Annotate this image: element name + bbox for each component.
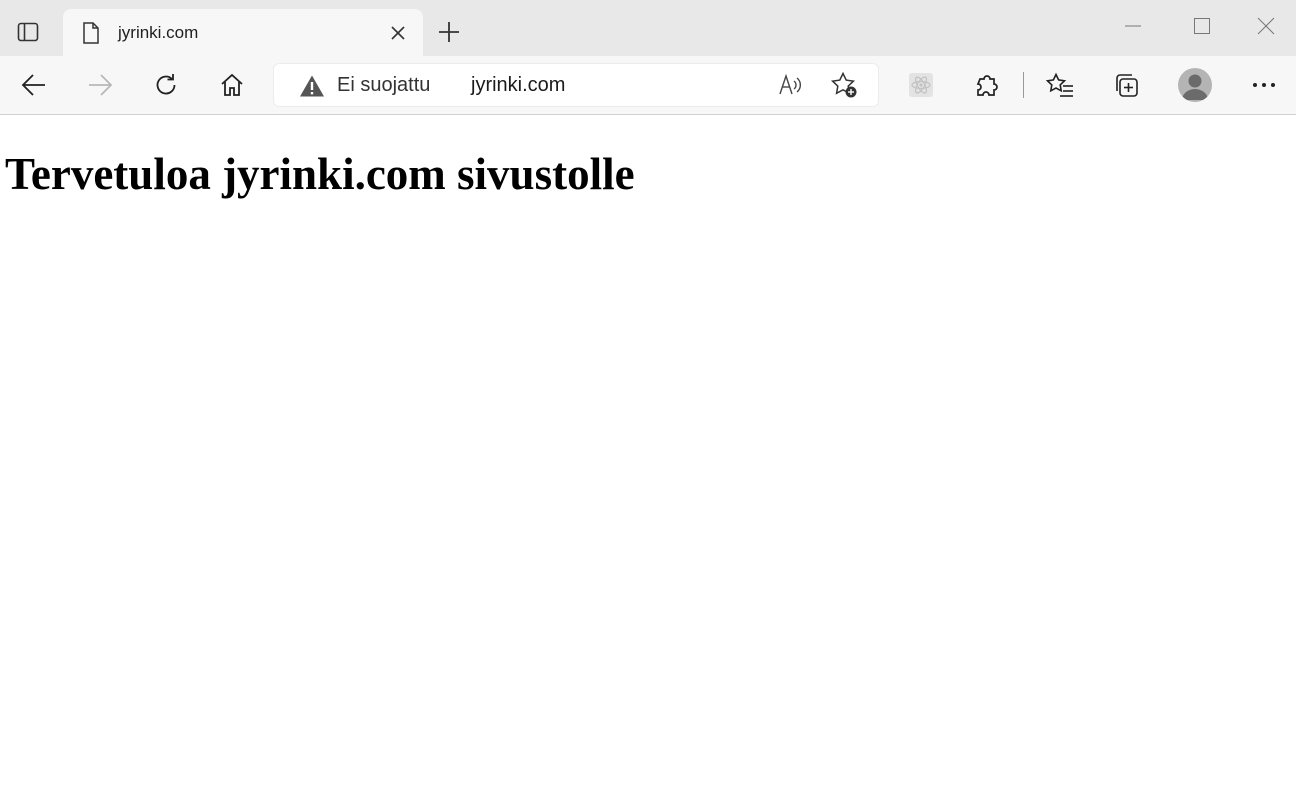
tab-actions-button[interactable] bbox=[8, 14, 48, 50]
page-icon bbox=[81, 21, 101, 45]
forward-icon bbox=[87, 73, 113, 97]
close-icon bbox=[390, 25, 406, 41]
refresh-button[interactable] bbox=[146, 67, 186, 103]
extensions-icon bbox=[974, 72, 1000, 98]
home-button[interactable] bbox=[212, 67, 252, 103]
forward-button[interactable] bbox=[80, 67, 120, 103]
add-favorite-button[interactable] bbox=[827, 69, 861, 101]
refresh-icon bbox=[153, 72, 179, 98]
minimize-icon bbox=[1125, 18, 1141, 34]
extensions-button[interactable] bbox=[967, 67, 1007, 103]
minimize-button[interactable] bbox=[1103, 8, 1163, 44]
maximize-button[interactable] bbox=[1172, 8, 1232, 44]
new-tab-button[interactable] bbox=[430, 14, 468, 50]
security-status[interactable]: Ei suojattu bbox=[337, 74, 430, 97]
back-icon bbox=[21, 73, 47, 97]
collections-icon bbox=[1113, 72, 1139, 98]
read-aloud-button[interactable] bbox=[773, 69, 807, 101]
tab-strip: jyrinki.com bbox=[0, 0, 1296, 56]
back-button[interactable] bbox=[14, 67, 54, 103]
home-icon bbox=[219, 72, 245, 98]
profile-icon bbox=[1178, 68, 1212, 102]
tab-close-button[interactable] bbox=[387, 22, 409, 44]
extension-icon bbox=[908, 72, 934, 98]
warning-icon bbox=[299, 74, 325, 98]
url-text[interactable]: jyrinki.com bbox=[471, 74, 565, 97]
window-close-button[interactable] bbox=[1236, 8, 1296, 44]
profile-button[interactable] bbox=[1178, 68, 1212, 102]
read-aloud-icon bbox=[777, 72, 803, 98]
tab-title: jyrinki.com bbox=[118, 23, 199, 42]
favorites-button[interactable] bbox=[1040, 67, 1080, 103]
maximize-icon bbox=[1194, 18, 1210, 34]
more-icon bbox=[1252, 82, 1276, 88]
page-heading: Tervetuloa jyrinki.com sivustolle bbox=[5, 149, 635, 199]
tab-actions-icon bbox=[16, 20, 40, 44]
plus-icon bbox=[437, 20, 461, 44]
active-tab[interactable]: jyrinki.com bbox=[63, 9, 423, 56]
browser-toolbar: Ei suojattu jyrinki.com bbox=[0, 56, 1296, 115]
close-icon bbox=[1257, 17, 1275, 35]
add-favorite-icon bbox=[830, 71, 858, 99]
more-button[interactable] bbox=[1244, 67, 1284, 103]
collections-button[interactable] bbox=[1106, 67, 1146, 103]
extension-button[interactable] bbox=[901, 67, 941, 103]
toolbar-divider bbox=[1023, 72, 1024, 98]
address-bar[interactable]: Ei suojattu jyrinki.com bbox=[274, 64, 878, 106]
favorites-icon bbox=[1046, 72, 1074, 98]
